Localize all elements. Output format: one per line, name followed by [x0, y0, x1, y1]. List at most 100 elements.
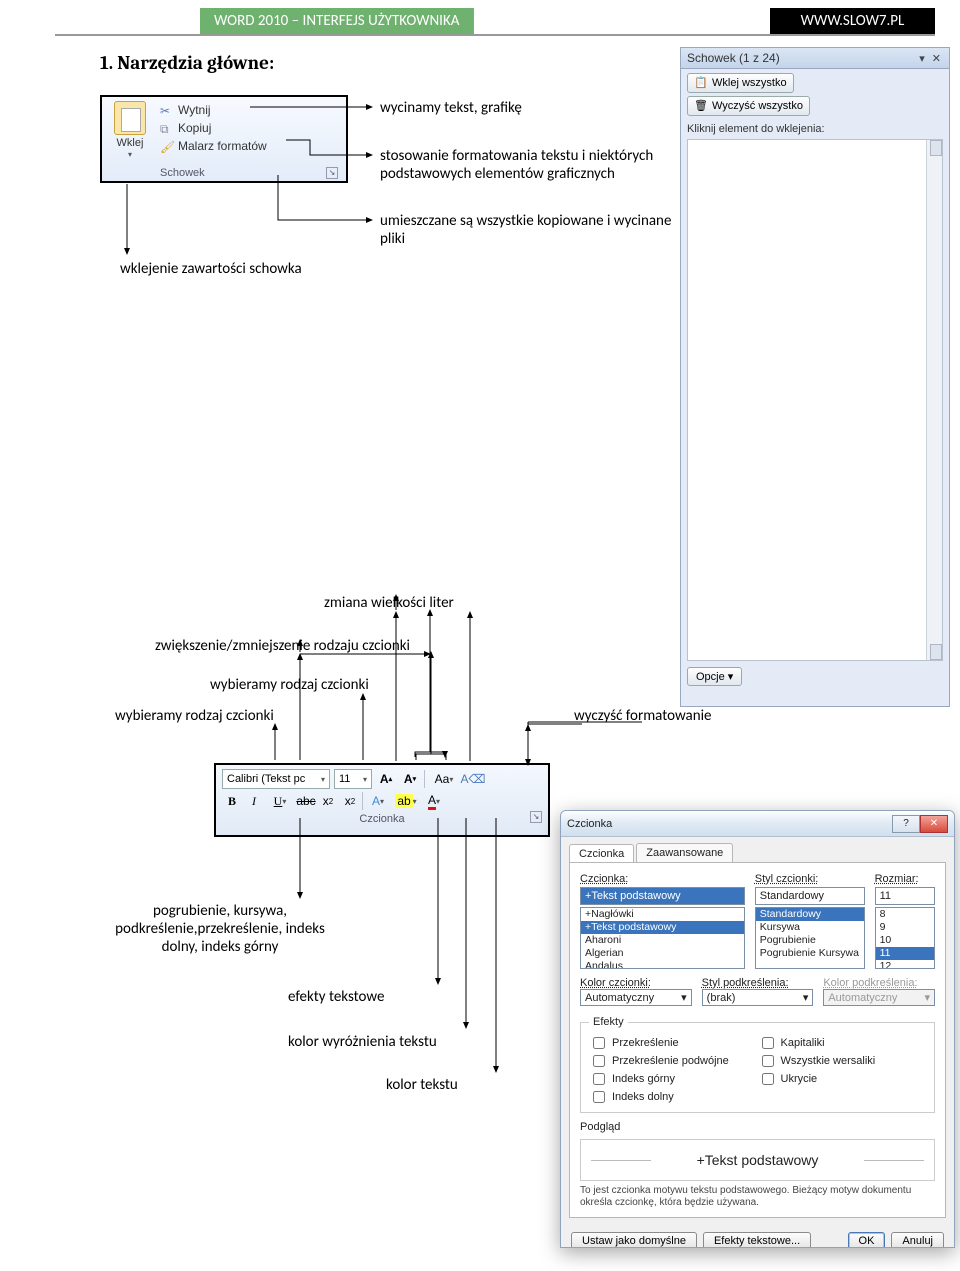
paste-all-icon: 📋	[694, 76, 708, 90]
superscript-button[interactable]: x2	[340, 791, 360, 811]
underline-button[interactable]: U▾	[266, 791, 294, 811]
cancel-button[interactable]: Anuluj	[891, 1232, 944, 1248]
clear-all-button[interactable]: 🗑 Wyczyść wszystko	[687, 96, 810, 116]
clipboard-options-label: Opcje	[696, 671, 725, 683]
font-launcher-icon[interactable]: ↘	[530, 811, 542, 823]
cut-button[interactable]: ✂ Wytnij	[160, 101, 346, 119]
brush-icon: 🖌	[160, 139, 174, 153]
callout-format-painter-1: stosowanie formatowania tekstu i niektór…	[380, 147, 653, 165]
list-item[interactable]: Pogrubienie Kursywa	[756, 947, 864, 960]
size-listbox[interactable]: 8 9 10 11 12	[875, 907, 935, 969]
shrink-font-button[interactable]: A▾	[400, 769, 420, 789]
font-dialog-title: Czcionka	[567, 818, 612, 830]
callout-font-size: wybieramy rodzaj czcionki	[210, 676, 369, 694]
font-listbox[interactable]: +Nagłówki +Tekst podstawowy Aharoni Alge…	[580, 907, 745, 969]
effects-legend: Efekty	[589, 1016, 628, 1028]
header-title: WORD 2010 – INTERFEJS UŻYTKOWNIKA	[200, 8, 474, 34]
checkbox-hidden[interactable]: Ukrycie	[758, 1070, 927, 1088]
callout-clipboard-store-2: pliki	[380, 230, 405, 248]
font-size-combo[interactable]: 11▾	[334, 769, 372, 789]
strikethrough-button[interactable]: abc	[296, 791, 316, 811]
font-name-value: Calibri (Tekst pc	[227, 773, 305, 785]
list-item[interactable]: Kursywa	[756, 921, 864, 934]
callout-font-name: wybieramy rodzaj czcionki	[115, 707, 274, 725]
format-painter-button[interactable]: 🖌 Malarz formatów	[160, 137, 346, 155]
header-rule	[55, 34, 935, 36]
list-item[interactable]: 11	[876, 947, 934, 960]
clear-all-icon: 🗑	[694, 99, 708, 113]
checkbox-double-strike[interactable]: Przekreślenie podwójne	[589, 1052, 758, 1070]
paste-button[interactable]: Wklej ▾	[106, 101, 154, 159]
font-color-value: Automatyczny	[585, 992, 654, 1004]
list-item[interactable]: +Nagłówki	[581, 908, 744, 921]
list-item[interactable]: 10	[876, 934, 934, 947]
preview-box: +Tekst podstawowy	[580, 1139, 935, 1181]
text-effects-button[interactable]: A▾	[365, 791, 391, 811]
underline-style-value: (brak)	[707, 992, 736, 1004]
font-group-label: Czcionka	[359, 813, 404, 825]
callout-format-painter-2: podstawowych elementów graficznych	[380, 165, 615, 183]
separator	[362, 792, 363, 810]
font-ribbon-group: Calibri (Tekst pc▾ 11▾ A▴ A▾ Aa▾ A⌫ B I …	[214, 763, 550, 837]
italic-button[interactable]: I	[244, 791, 264, 811]
style-listbox[interactable]: Standardowy Kursywa Pogrubienie Pogrubie…	[755, 907, 865, 969]
dialog-help-button[interactable]: ?	[892, 815, 920, 833]
checkbox-subscript[interactable]: Indeks dolny	[589, 1088, 758, 1106]
clipboard-launcher-icon[interactable]: ↘	[326, 167, 338, 179]
font-color-dropdown[interactable]: Automatyczny▾	[580, 989, 692, 1006]
size-input[interactable]: 11	[875, 887, 935, 905]
list-item[interactable]: Algerian	[581, 947, 744, 960]
list-item[interactable]: Standardowy	[756, 908, 864, 921]
dialog-close-button[interactable]: ✕	[920, 815, 948, 833]
clipboard-group-label: Schowek	[160, 167, 205, 179]
list-item[interactable]: 9	[876, 921, 934, 934]
callout-text-effects: efekty tekstowe	[288, 988, 384, 1006]
copy-button[interactable]: ⧉ Kopiuj	[160, 119, 346, 137]
copy-label: Kopiuj	[178, 120, 211, 136]
paste-label: Wklej	[106, 137, 154, 149]
callout-change-case: zmiana wielkości liter	[324, 594, 454, 612]
set-default-button[interactable]: Ustaw jako domyślne	[571, 1232, 697, 1248]
preview-note: To jest czcionka motywu tekstu podstawow…	[580, 1185, 935, 1209]
checkbox-allcaps[interactable]: Wszystkie wersaliki	[758, 1052, 927, 1070]
preview-text: +Tekst podstawowy	[697, 1152, 819, 1168]
change-case-button[interactable]: Aa▾	[429, 769, 459, 789]
highlight-button[interactable]: ab▾	[393, 791, 419, 811]
clipboard-pane-hint: Kliknij element do wklejenia:	[681, 123, 949, 139]
font-input[interactable]: +Tekst podstawowy	[580, 887, 745, 905]
paste-dropdown-icon[interactable]: ▾	[106, 150, 154, 159]
bold-button[interactable]: B	[222, 791, 242, 811]
list-item[interactable]: Andalus	[581, 960, 744, 969]
clipboard-pane-controls[interactable]: ▾ ✕	[919, 52, 943, 65]
list-item[interactable]: Pogrubienie	[756, 934, 864, 947]
grow-font-button[interactable]: A▴	[376, 769, 396, 789]
underline-color-dropdown: Automatyczny▾	[823, 989, 935, 1006]
paste-all-button[interactable]: 📋 Wklej wszystko	[687, 73, 794, 93]
style-input[interactable]: Standardowy	[755, 887, 865, 905]
font-name-combo[interactable]: Calibri (Tekst pc▾	[222, 769, 330, 789]
clipboard-items-area	[687, 139, 943, 661]
callout-grow-shrink: zwiększenie/zmniejszenie rodzaju czcionk…	[155, 637, 410, 655]
ok-button[interactable]: OK	[848, 1232, 886, 1248]
checkbox-smallcaps[interactable]: Kapitaliki	[758, 1034, 927, 1052]
list-item[interactable]: Aharoni	[581, 934, 744, 947]
list-item[interactable]: 8	[876, 908, 934, 921]
list-item[interactable]: 12	[876, 960, 934, 969]
label-font-color: Kolor czcionki:	[580, 977, 651, 989]
tab-advanced[interactable]: Zaawansowane	[636, 843, 733, 862]
checkbox-superscript[interactable]: Indeks górny	[589, 1070, 758, 1088]
callout-clipboard-store-1: umieszczane są wszystkie kopiowane i wyc…	[380, 212, 671, 230]
text-effects-button[interactable]: Efekty tekstowe...	[703, 1232, 811, 1248]
font-color-button[interactable]: A▾	[421, 791, 447, 811]
checkbox-strike[interactable]: Przekreślenie	[589, 1034, 758, 1052]
callout-paste: wklejenie zawartości schowka	[120, 260, 302, 278]
clipboard-options-button[interactable]: Opcje ▾	[687, 667, 742, 686]
clear-formatting-button[interactable]: A⌫	[463, 769, 483, 789]
clipboard-scrollbar[interactable]	[926, 140, 942, 660]
paste-icon	[114, 101, 146, 135]
underline-style-dropdown[interactable]: (brak)▾	[702, 989, 814, 1006]
list-item[interactable]: +Tekst podstawowy	[581, 921, 744, 934]
tab-font[interactable]: Czcionka	[569, 844, 634, 863]
section-heading: 1. Narzędzia główne:	[100, 52, 274, 74]
subscript-button[interactable]: x2	[318, 791, 338, 811]
